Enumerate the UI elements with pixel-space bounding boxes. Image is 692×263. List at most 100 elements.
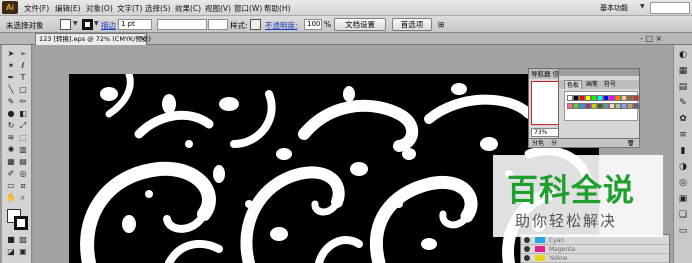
fill-swatch[interactable] [60,19,71,30]
eraser-tool-icon[interactable]: ◧ [18,109,28,119]
stroke-color-box[interactable] [14,216,28,230]
document-setup-button[interactable]: 文档设置 [334,18,386,31]
color-chip [535,255,545,261]
list-item-label: Magenta [549,246,576,253]
variable-width-select[interactable] [157,19,207,30]
tab-separations[interactable]: 分色 [532,139,544,148]
blob-brush-tool-icon[interactable]: ● [6,109,16,119]
list-item[interactable]: Magenta [521,245,669,254]
warp-tool-icon[interactable]: ≋ [6,133,16,143]
tab-symbols[interactable]: 符号 [602,80,618,89]
graph-tool-icon[interactable]: ▥ [18,145,28,155]
graphic-styles-dock-icon[interactable]: ▣ [677,193,689,205]
swatches-dock-icon[interactable]: ▤ [677,81,689,93]
tab-secondary[interactable]: 分 [551,139,557,148]
menu-window[interactable]: 窗口(W) [234,3,262,14]
watermark-title: 百科全说 [507,173,635,209]
hand-tool-icon[interactable]: ✋ [6,193,16,203]
preferences-button[interactable]: 首选项 [392,18,432,31]
opacity-link[interactable]: 不透明度: [265,20,298,31]
blend-tool-icon[interactable]: ◎ [18,169,28,179]
eye-icon[interactable] [524,255,530,261]
paintbrush-tool-icon[interactable]: ✎ [6,97,16,107]
menu-help[interactable]: 帮助(H) [264,3,291,14]
stroke-swatch[interactable] [82,19,93,30]
swatch-grid [564,91,639,121]
scale-tool-icon[interactable]: ⤢ [18,121,28,131]
symbols-dock-icon[interactable]: ✿ [677,113,689,125]
artboards-dock-icon[interactable]: ▭ [677,225,689,237]
close-icon[interactable]: × [140,34,146,45]
color-guide-icon[interactable]: ▦ [677,65,689,77]
stroke-weight-field[interactable]: 1 pt [118,19,152,30]
tab-brushes[interactable]: 画笔 [584,80,600,89]
screen-mode-icon[interactable]: ▣ [18,247,28,257]
app-logo: Ai [2,1,18,14]
list-item-label: Cyan [549,237,565,244]
panel-dock: ◐ ▦ ▤ ✎ ✿ ≡ ▮ ◑ ◎ ▣ ❏ ▭ [673,45,692,263]
pencil-tool-icon[interactable]: ✏ [18,97,28,107]
document-tab[interactable]: 123 [转换].eps @ 72% (CMYK/预览) × [35,33,151,45]
separations-panel-tabs: 分色 分 🗑 [528,138,640,148]
menu-view[interactable]: 视图(V) [205,3,231,14]
transparency-dock-icon[interactable]: ◑ [677,161,689,173]
layers-dock-icon[interactable]: ❏ [677,209,689,221]
list-item[interactable]: Yellow [521,254,669,263]
symbol-sprayer-tool-icon[interactable]: ✺ [6,145,16,155]
gradient-dock-icon[interactable]: ▮ [677,145,689,157]
eye-icon[interactable] [524,237,530,243]
rotate-tool-icon[interactable]: ↻ [6,121,16,131]
search-input[interactable] [650,2,690,14]
slice-tool-icon[interactable]: ⧄ [18,181,28,191]
chevron-down-icon[interactable]: ▼ [73,20,78,27]
tab-swatches[interactable]: 色板 [564,80,583,89]
menu-object[interactable]: 对象(O) [86,3,113,14]
fill-stroke-control[interactable] [7,209,29,231]
list-item[interactable]: Cyan [521,236,669,245]
menu-file[interactable]: 文件(F) [24,3,49,14]
gradient-tool-icon[interactable]: ▤ [18,157,28,167]
separations-list: Cyan Magenta Yellow [520,234,670,263]
draw-mode-icon[interactable]: ◪ [6,247,16,257]
menu-select[interactable]: 选择(S) [145,3,171,14]
zoom-tool-icon[interactable]: ⌕ [18,193,28,203]
arrange-icon[interactable]: ⊞ [438,20,444,29]
selection-tool-icon[interactable]: ➤ [6,49,16,59]
stroke-dock-icon[interactable]: ≡ [677,129,689,141]
artboard-tool-icon[interactable]: ▭ [6,181,16,191]
window-controls[interactable]: - □ × [640,34,662,43]
brushes-dock-icon[interactable]: ✎ [677,97,689,109]
eye-icon[interactable] [524,246,530,252]
color-swatch[interactable] [633,103,639,109]
appearance-dock-icon[interactable]: ◎ [677,177,689,189]
direct-selection-tool-icon[interactable]: ➢ [18,49,28,59]
opacity-field[interactable]: 100 [304,19,322,30]
swatches-panel-titlebar[interactable] [559,69,639,76]
chevron-down-icon[interactable]: ▼ [94,20,99,27]
style-label: 样式: [230,21,248,30]
style-swatch[interactable] [250,19,261,30]
type-tool-icon[interactable]: T [18,73,28,83]
trash-icon[interactable]: 🗑 [627,139,635,148]
line-tool-icon[interactable]: ╲ [6,85,16,95]
mesh-tool-icon[interactable]: ▦ [6,157,16,167]
gradient-mode-icon[interactable]: ▨ [18,235,28,245]
menu-edit[interactable]: 编辑(E) [55,3,81,14]
free-transform-tool-icon[interactable]: ⬚ [18,133,28,143]
color-swatch[interactable] [633,95,639,101]
magic-wand-tool-icon[interactable]: ✶ [6,61,16,71]
chevron-down-icon[interactable]: ▼ [640,3,645,10]
menu-effect[interactable]: 效果(C) [175,3,201,14]
color-panel-icon[interactable]: ◐ [677,49,689,61]
stroke-link[interactable]: 描边 [101,20,116,31]
pen-tool-icon[interactable]: ✒ [6,73,16,83]
workspace-switcher[interactable]: 基本功能 [600,2,640,14]
menu-type[interactable]: 文字(T) [117,3,142,14]
color-mode-icon[interactable]: ■ [6,235,16,245]
lasso-tool-icon[interactable]: ℓ [18,61,28,71]
rectangle-tool-icon[interactable]: □ [18,85,28,95]
eyedropper-tool-icon[interactable]: ✐ [6,169,16,179]
brush-select[interactable] [208,19,228,30]
document-title: 123 [转换].eps @ 72% (CMYK/预览) [39,35,151,43]
tab-navigator[interactable]: 导航器 [531,70,551,78]
